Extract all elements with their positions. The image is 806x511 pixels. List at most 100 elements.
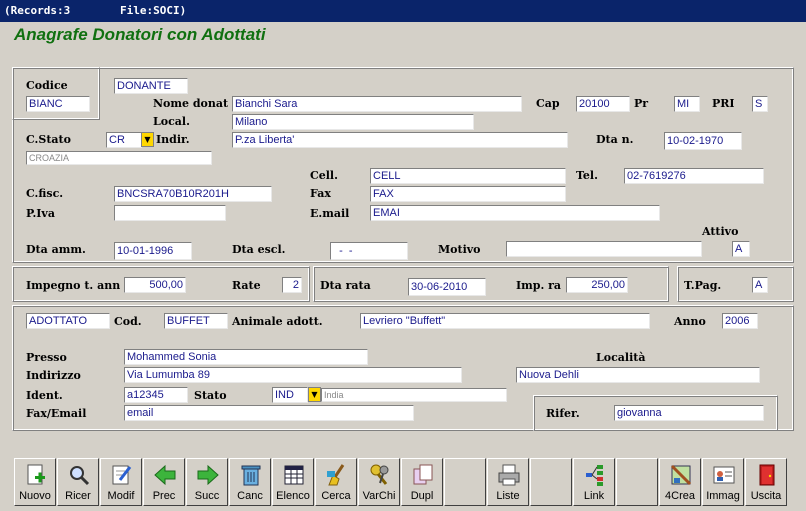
succ-label: Succ: [194, 490, 220, 502]
presso-label: Presso: [26, 351, 67, 364]
indir-field[interactable]: P.za Liberta': [232, 132, 568, 148]
rate-field[interactable]: 2: [282, 277, 302, 293]
cap-field[interactable]: 20100: [576, 96, 630, 112]
duplicate-icon: [413, 464, 433, 485]
cerca-button[interactable]: Cerca: [315, 458, 357, 506]
modif-button[interactable]: Modif: [100, 458, 142, 506]
cod-label: Cod.: [114, 315, 142, 328]
arrow-left-icon: [154, 464, 176, 486]
cod-field[interactable]: BUFFET: [164, 313, 228, 329]
animale-label: Animale adott.: [232, 315, 323, 328]
dupl-label: Dupl: [410, 490, 434, 502]
liste-button[interactable]: Liste: [487, 458, 529, 506]
adoptee-type-field[interactable]: ADOTTATO: [26, 313, 110, 329]
pri-field[interactable]: S: [752, 96, 768, 112]
dtan-label: Dta n.: [596, 133, 634, 146]
piva-field[interactable]: [114, 205, 226, 221]
cerca-label: Cerca: [321, 490, 351, 502]
dtaamm-label: Dta amm.: [26, 243, 86, 256]
succ-button[interactable]: Succ: [186, 458, 228, 506]
exit-door-icon: [759, 464, 775, 486]
codice-type-field[interactable]: DONANTE: [114, 78, 188, 94]
dtaescl-field[interactable]: - -: [330, 242, 408, 260]
tpag-field[interactable]: A: [752, 277, 768, 293]
varchi-button[interactable]: VarChi: [358, 458, 400, 506]
fax-field[interactable]: FAX: [370, 186, 566, 202]
indirizzo-field[interactable]: Via Lumumba 89: [124, 367, 462, 383]
impegno-field[interactable]: 500,00: [124, 277, 186, 293]
nuovo-button[interactable]: Nuovo: [14, 458, 56, 506]
attivo-field[interactable]: A: [732, 241, 750, 257]
nuovo-label: Nuovo: [19, 490, 51, 502]
imprata-field[interactable]: 250,00: [566, 277, 628, 293]
motivo-field[interactable]: [506, 241, 702, 257]
chevron-down-icon: ▼: [311, 390, 318, 399]
dtaescl-label: Dta escl.: [232, 243, 286, 256]
stato-label: Stato: [194, 389, 227, 402]
codice-field[interactable]: BIANC: [26, 96, 90, 112]
localita-field[interactable]: Nuova Dehli: [516, 367, 760, 383]
cstato-field[interactable]: CR: [106, 132, 142, 148]
hierarchy-icon: [586, 465, 603, 486]
canc-label: Canc: [237, 490, 263, 502]
stato-dropdown[interactable]: ▼: [308, 387, 321, 402]
fax-label: Fax: [310, 187, 331, 200]
anno-label: Anno: [674, 315, 706, 328]
tel-field[interactable]: 02-7619276: [624, 168, 764, 184]
email-field[interactable]: EMAI: [370, 205, 660, 221]
uscita-button[interactable]: Uscita: [745, 458, 787, 506]
pri-label: PRI: [712, 97, 735, 110]
immag-label: Immag: [706, 490, 740, 502]
nome-field[interactable]: Bianchi Sara: [232, 96, 522, 112]
tpag-label: T.Pag.: [684, 279, 722, 292]
anno-field[interactable]: 2006: [722, 313, 758, 329]
dtarata-field[interactable]: 30-06-2010: [408, 278, 486, 296]
cfisc-field[interactable]: BNCSRA70B10R201H: [114, 186, 272, 202]
ident-field[interactable]: a12345: [124, 387, 188, 403]
chevron-down-icon: ▼: [144, 135, 151, 144]
elenco-button[interactable]: Elenco: [272, 458, 314, 506]
crea-button[interactable]: 4Crea: [659, 458, 701, 506]
empty-button-1[interactable]: [444, 458, 486, 506]
stato-field[interactable]: IND: [272, 387, 308, 403]
stato-name-field: CROAZIA: [26, 151, 212, 165]
empty-button-2[interactable]: [530, 458, 572, 506]
dtarata-label: Dta rata: [320, 279, 371, 292]
uscita-label: Uscita: [750, 490, 782, 502]
rifer-label: Rifer.: [546, 407, 580, 420]
canc-button[interactable]: Canc: [229, 458, 271, 506]
varchi-label: VarChi: [362, 490, 396, 502]
cap-label: Cap: [536, 97, 560, 110]
dtan-field[interactable]: 10-02-1970: [664, 132, 742, 150]
presso-field[interactable]: Mohammed Sonia: [124, 349, 368, 365]
codice-box: [12, 67, 100, 120]
printer-icon: [498, 464, 520, 486]
title-bar: (Records:3 File:SOCI): [0, 0, 806, 22]
cell-field[interactable]: CELL: [370, 168, 566, 184]
faxemail-field[interactable]: email: [124, 405, 414, 421]
link-button[interactable]: Link: [573, 458, 615, 506]
cfisc-label: C.fisc.: [26, 187, 64, 200]
dtaamm-field[interactable]: 10-01-1996: [114, 242, 192, 260]
id-card-icon: [713, 466, 735, 484]
rifer-field[interactable]: giovanna: [614, 405, 764, 421]
prec-button[interactable]: Prec: [143, 458, 185, 506]
dupl-button[interactable]: Dupl: [401, 458, 443, 506]
new-document-icon: [27, 464, 45, 485]
arrow-right-icon: [197, 464, 219, 486]
local-field[interactable]: Milano: [232, 114, 474, 130]
pr-field[interactable]: MI: [674, 96, 700, 112]
empty-button-3[interactable]: [616, 458, 658, 506]
table-icon: [284, 465, 304, 485]
search-icon: [70, 466, 90, 486]
cstato-dropdown[interactable]: ▼: [141, 132, 154, 147]
animale-field[interactable]: Levriero "Buffett": [360, 313, 650, 329]
imprata-label: Imp. ra: [516, 279, 562, 292]
indir-label: Indir.: [156, 133, 190, 146]
codice-label: Codice: [26, 79, 68, 92]
immag-button[interactable]: Immag: [702, 458, 744, 506]
ricer-button[interactable]: Ricer: [57, 458, 99, 506]
records-count: (Records:3: [4, 4, 71, 17]
modif-label: Modif: [107, 490, 135, 502]
toolbar: Nuovo Ricer Modif Prec Succ Canc Elenco …: [12, 458, 792, 508]
